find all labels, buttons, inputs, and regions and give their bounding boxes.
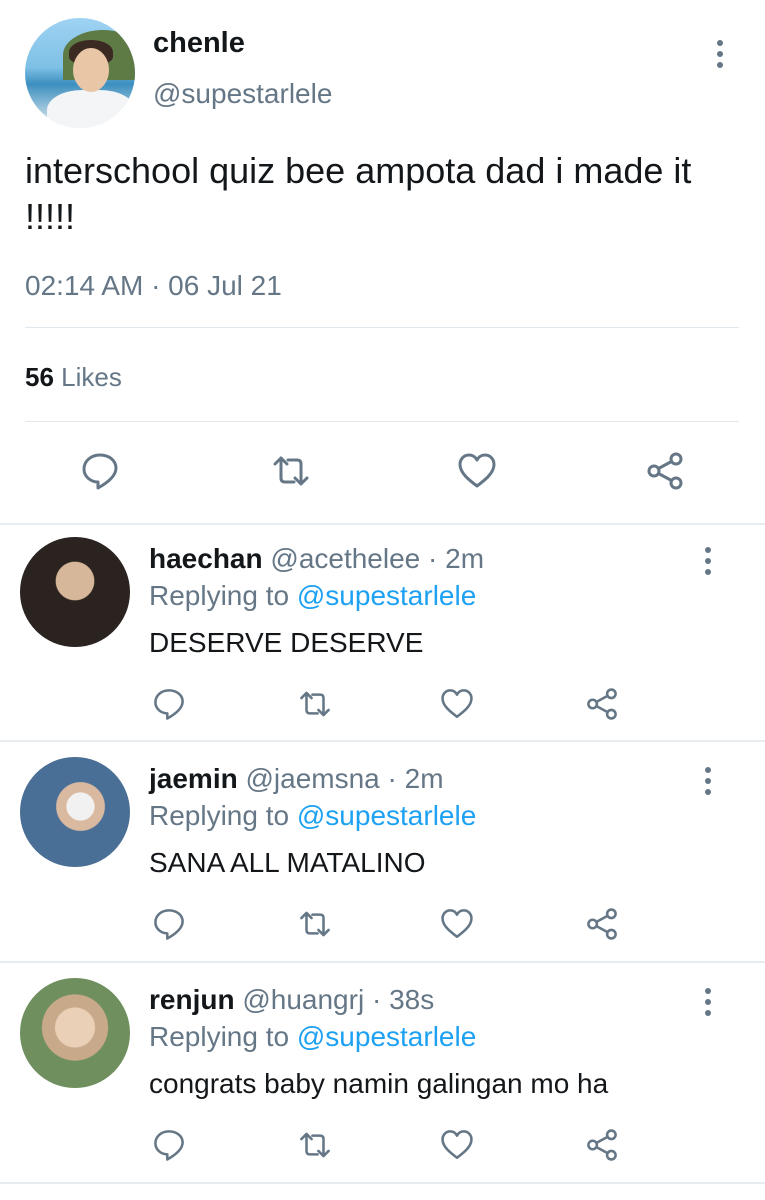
replying-label: Replying to — [149, 580, 290, 611]
retweet-icon[interactable] — [298, 687, 332, 721]
author-name[interactable]: chenle — [153, 27, 245, 60]
reply-avatar[interactable] — [20, 757, 130, 867]
reply-header: haechan @acethelee · 2m — [149, 543, 484, 575]
like-icon[interactable] — [440, 907, 474, 941]
replying-label: Replying to — [149, 800, 290, 831]
reply-time: · 38s — [371, 984, 435, 1015]
share-icon[interactable] — [645, 451, 685, 491]
likes-number: 56 — [25, 362, 54, 392]
retweet-icon[interactable] — [298, 1128, 332, 1162]
replying-to: Replying to @supestarlele — [149, 800, 476, 832]
reply-avatar[interactable] — [20, 978, 130, 1088]
author-handle[interactable]: @supestarlele — [153, 78, 332, 110]
replying-mention[interactable]: @supestarlele — [297, 800, 476, 831]
reply-icon[interactable] — [152, 907, 186, 941]
share-icon[interactable] — [585, 687, 619, 721]
more-options-icon[interactable] — [700, 986, 716, 1018]
replying-to: Replying to @supestarlele — [149, 1021, 476, 1053]
reply-avatar[interactable] — [20, 537, 130, 647]
author-avatar[interactable] — [25, 18, 135, 128]
reply-name[interactable]: renjun — [149, 984, 235, 1015]
replying-to: Replying to @supestarlele — [149, 580, 476, 612]
reply-tweet[interactable]: jaemin @jaemsna · 2m Replying to @supest… — [0, 745, 765, 965]
reply-handle[interactable]: @huangrj — [242, 984, 364, 1015]
reply-text: DESERVE DESERVE — [149, 627, 424, 658]
retweet-icon[interactable] — [271, 451, 311, 491]
separator — [0, 740, 765, 742]
reply-name[interactable]: haechan — [149, 543, 263, 574]
replying-label: Replying to — [149, 1021, 290, 1052]
share-icon[interactable] — [585, 1128, 619, 1162]
separator — [0, 1182, 765, 1184]
reply-header: jaemin @jaemsna · 2m — [149, 763, 444, 795]
reply-text: SANA ALL MATALINO — [149, 847, 426, 878]
reply-icon[interactable] — [80, 451, 120, 491]
reply-name[interactable]: jaemin — [149, 763, 238, 794]
divider — [25, 327, 739, 328]
share-icon[interactable] — [585, 907, 619, 941]
separator — [0, 961, 765, 963]
reply-time: · 2m — [428, 543, 485, 574]
like-icon[interactable] — [440, 1128, 474, 1162]
reply-time: · 2m — [387, 763, 444, 794]
more-options-icon[interactable] — [700, 765, 716, 797]
reply-header: renjun @huangrj · 38s — [149, 984, 434, 1016]
tweet-text: interschool quiz bee ampota dad i made i… — [25, 150, 692, 237]
replying-mention[interactable]: @supestarlele — [297, 580, 476, 611]
reply-icon[interactable] — [152, 687, 186, 721]
likes-label: Likes — [61, 362, 122, 392]
reply-icon[interactable] — [152, 1128, 186, 1162]
reply-text: congrats baby namin galingan mo ha — [149, 1068, 609, 1099]
more-options-icon[interactable] — [712, 38, 728, 70]
likes-count[interactable]: 56 Likes — [25, 362, 122, 393]
divider — [25, 421, 739, 422]
like-icon[interactable] — [440, 687, 474, 721]
reply-handle[interactable]: @acethelee — [270, 543, 420, 574]
reply-handle[interactable]: @jaemsna — [245, 763, 379, 794]
retweet-icon[interactable] — [298, 907, 332, 941]
reply-tweet[interactable]: renjun @huangrj · 38s Replying to @supes… — [0, 966, 765, 1186]
tweet-timestamp: 02:14 AM · 06 Jul 21 — [25, 270, 282, 301]
more-options-icon[interactable] — [700, 545, 716, 577]
main-tweet: chenle @supestarlele interschool quiz be… — [0, 0, 765, 523]
like-icon[interactable] — [457, 451, 497, 491]
replying-mention[interactable]: @supestarlele — [297, 1021, 476, 1052]
reply-tweet[interactable]: haechan @acethelee · 2m Replying to @sup… — [0, 525, 765, 745]
